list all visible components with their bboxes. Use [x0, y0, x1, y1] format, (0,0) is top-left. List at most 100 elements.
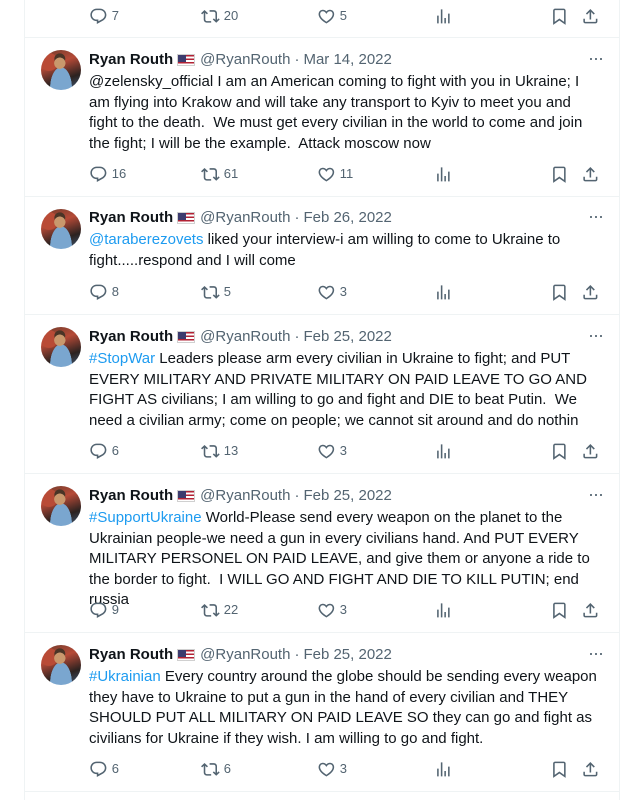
bookmark-button[interactable] [550, 164, 569, 184]
reply-count: 8 [111, 284, 119, 299]
author-handle[interactable]: @RyanRouth [200, 486, 290, 506]
hashtag-link[interactable]: #StopWar [89, 350, 155, 367]
separator-dot: · [294, 328, 300, 345]
bookmark-button[interactable] [550, 282, 569, 302]
views-button[interactable] [434, 282, 453, 302]
tweet[interactable]: Ryan Routh @RyanRouth · Feb 25, 2022 ···… [25, 633, 619, 792]
like-button[interactable]: 3 [317, 600, 347, 620]
retweet-button[interactable]: 6 [201, 759, 231, 779]
reply-button[interactable]: 16 [89, 164, 126, 184]
retweet-button[interactable]: 61 [201, 164, 238, 184]
tweet-actions: 7 20 5 [89, 6, 603, 26]
retweet-button[interactable]: 5 [201, 282, 231, 302]
retweet-icon [201, 165, 220, 184]
views-button[interactable] [434, 164, 453, 184]
us-flag-icon [177, 54, 196, 66]
bookmark-button[interactable] [550, 6, 569, 26]
share-button[interactable] [581, 600, 600, 620]
bookmark-icon [550, 7, 569, 26]
share-icon [581, 760, 600, 779]
author-name[interactable]: Ryan Routh [89, 645, 173, 665]
tweet-date[interactable]: Feb 25, 2022 [303, 645, 391, 665]
avatar[interactable] [41, 50, 81, 90]
views-chart-icon [434, 760, 453, 779]
share-button[interactable] [581, 441, 600, 461]
share-icon [581, 283, 600, 302]
tweet-date[interactable]: Feb 25, 2022 [303, 327, 391, 347]
author-handle[interactable]: @RyanRouth [200, 645, 290, 665]
bookmark-button[interactable] [550, 441, 569, 461]
views-chart-icon [434, 7, 453, 26]
tweet[interactable]: Ryan Routh @RyanRouth · Feb 25, 2022 ···… [25, 315, 619, 474]
avatar[interactable] [41, 645, 81, 685]
author-handle[interactable]: @RyanRouth [200, 208, 290, 228]
more-options-icon[interactable]: ··· [588, 484, 604, 504]
share-button[interactable] [581, 282, 600, 302]
retweet-icon [201, 601, 220, 620]
reply-button[interactable]: 9 [89, 600, 119, 620]
bookmark-button[interactable] [550, 759, 569, 779]
heart-icon [317, 7, 336, 26]
avatar[interactable] [41, 209, 81, 249]
retweet-button[interactable]: 13 [201, 441, 238, 461]
author-name[interactable]: Ryan Routh [89, 486, 173, 506]
tweet[interactable]: Ryan Routh @RyanRouth · Mar 14, 2022 ···… [25, 38, 619, 197]
author-name[interactable]: Ryan Routh [89, 50, 173, 70]
views-button[interactable] [434, 441, 453, 461]
hashtag-link[interactable]: #Ukrainian [89, 668, 161, 685]
author-name[interactable]: Ryan Routh [89, 208, 173, 228]
tweet-date[interactable]: Feb 25, 2022 [303, 486, 391, 506]
share-button[interactable] [581, 164, 600, 184]
like-button[interactable]: 11 [317, 164, 353, 184]
author-handle[interactable]: @RyanRouth [200, 50, 290, 70]
retweet-button[interactable]: 20 [201, 6, 238, 26]
share-button[interactable] [581, 759, 600, 779]
retweet-count: 22 [223, 602, 239, 617]
views-button[interactable] [434, 6, 453, 26]
more-options-icon[interactable]: ··· [588, 643, 604, 663]
retweet-button[interactable]: 22 [201, 600, 238, 620]
tweet-content: Ryan Routh @RyanRouth · Feb 26, 2022 ···… [89, 206, 604, 271]
bookmark-icon [550, 442, 569, 461]
heart-icon [317, 283, 336, 302]
like-button[interactable]: 3 [317, 759, 347, 779]
author-handle[interactable]: @RyanRouth [200, 327, 290, 347]
tweet-date[interactable]: Mar 14, 2022 [303, 50, 391, 70]
reply-button[interactable]: 6 [89, 441, 119, 461]
tweet-date[interactable]: Feb 26, 2022 [303, 208, 391, 228]
like-count: 3 [339, 602, 347, 617]
more-options-icon[interactable]: ··· [588, 325, 604, 345]
reply-button[interactable]: 8 [89, 282, 119, 302]
us-flag-icon [177, 490, 196, 502]
tweet-partial[interactable]: 7 20 5 [25, 0, 619, 38]
like-button[interactable]: 5 [317, 6, 347, 26]
heart-icon [317, 760, 336, 779]
heart-icon [317, 165, 336, 184]
separator-dot: · [294, 51, 300, 68]
share-button[interactable] [581, 6, 600, 26]
more-options-icon[interactable]: ··· [588, 48, 604, 68]
avatar[interactable] [41, 486, 81, 526]
reply-button[interactable]: 6 [89, 759, 119, 779]
separator-dot: · [294, 487, 300, 504]
like-button[interactable]: 3 [317, 282, 347, 302]
like-button[interactable]: 3 [317, 441, 347, 461]
tweet[interactable]: Ryan Routh @RyanRouth · Feb 26, 2022 ···… [25, 197, 619, 315]
like-count: 3 [339, 443, 347, 458]
views-button[interactable] [434, 600, 453, 620]
tweet-content: Ryan Routh @RyanRouth · Feb 25, 2022 ···… [89, 643, 604, 749]
author-name[interactable]: Ryan Routh [89, 327, 173, 347]
bookmark-icon [550, 760, 569, 779]
views-button[interactable] [434, 759, 453, 779]
reply-button[interactable]: 7 [89, 6, 119, 26]
hashtag-link[interactable]: #SupportUkraine [89, 509, 202, 526]
more-options-icon[interactable]: ··· [588, 206, 604, 226]
heart-icon [317, 442, 336, 461]
us-flag-icon [177, 331, 196, 343]
tweet[interactable]: Ryan Routh @RyanRouth · Feb 25, 2022 ···… [25, 474, 619, 633]
bookmark-button[interactable] [550, 600, 569, 620]
mention-link[interactable]: @taraberezovets [89, 231, 203, 248]
reply-icon [89, 165, 108, 184]
share-icon [581, 442, 600, 461]
avatar[interactable] [41, 327, 81, 367]
